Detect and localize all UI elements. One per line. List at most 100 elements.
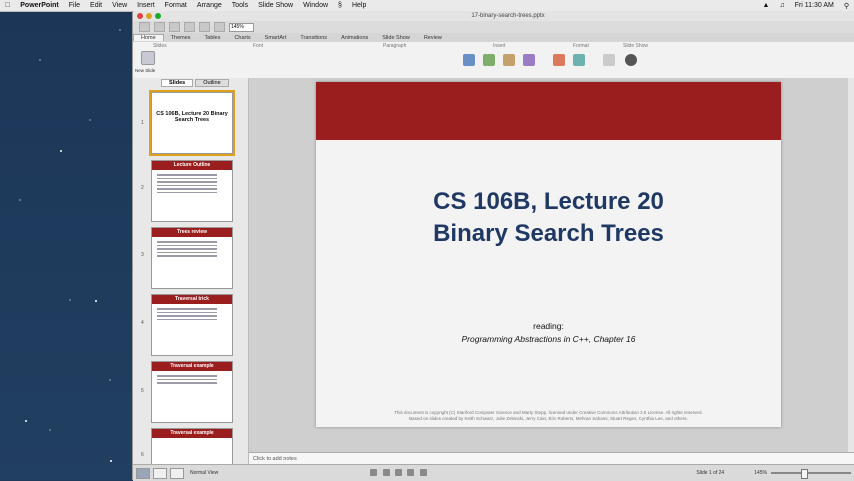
menu-slide-show[interactable]: Slide Show bbox=[258, 2, 293, 9]
tab-charts[interactable]: Charts bbox=[227, 35, 257, 41]
tab-tables[interactable]: Tables bbox=[198, 35, 228, 41]
title-bar: 17-binary-search-trees.pptx bbox=[133, 11, 854, 21]
tab-transitions[interactable]: Transitions bbox=[293, 35, 334, 41]
group-font-label: Font bbox=[253, 43, 264, 49]
menu-insert[interactable]: Insert bbox=[137, 2, 155, 9]
slide-thumbnail-4[interactable]: Traversal trick bbox=[151, 294, 233, 356]
thumb-number: 2 bbox=[141, 185, 144, 191]
slide-show-button[interactable] bbox=[170, 467, 184, 479]
thumb-number: 1 bbox=[141, 120, 144, 126]
play-icon[interactable] bbox=[625, 54, 637, 66]
text-box-icon[interactable] bbox=[463, 54, 475, 66]
slide-count: Slide 1 of 24 bbox=[696, 470, 725, 476]
theme-icon[interactable] bbox=[603, 54, 615, 66]
tab-outline[interactable]: Outline bbox=[195, 78, 229, 87]
zoom-slider-knob[interactable] bbox=[801, 469, 808, 479]
group-insert-label: Insert bbox=[493, 43, 506, 49]
slide-header-bar bbox=[316, 82, 781, 140]
thumb-bar: Traversal example bbox=[152, 429, 232, 438]
zoom-slider[interactable] bbox=[771, 469, 851, 479]
zoom-input[interactable]: 145% bbox=[229, 22, 254, 32]
new-slide-icon[interactable] bbox=[141, 51, 155, 65]
search-icon[interactable]: ⚲ bbox=[844, 2, 849, 10]
current-slide[interactable]: CS 106B, Lecture 20 Binary Search Trees … bbox=[316, 82, 781, 427]
slide-thumbnail-2[interactable]: Lecture Outline bbox=[151, 160, 233, 222]
slide-title-line2: Binary Search Trees bbox=[433, 220, 664, 247]
zoom-button[interactable] bbox=[155, 13, 161, 19]
slide-thumbnail-6[interactable]: Traversal example bbox=[151, 428, 233, 464]
powerpoint-window: 17-binary-search-trees.pptx 145% Home Th… bbox=[132, 11, 854, 481]
thumb-number: 3 bbox=[141, 252, 144, 258]
slide-thumbnail-1[interactable]: CS 106B, Lecture 20 Binary Search Trees bbox=[149, 90, 235, 156]
group-slides-label: Slides bbox=[153, 43, 167, 49]
slides-panel: Slides Outline 1 CS 106B, Lecture 20 Bin… bbox=[133, 78, 249, 464]
clock[interactable]: Fri 11:30 AM bbox=[795, 2, 834, 9]
thumb-number: 5 bbox=[141, 388, 144, 394]
close-button[interactable] bbox=[137, 13, 143, 19]
zoom-level: 145% bbox=[754, 470, 767, 476]
undo-icon[interactable] bbox=[199, 22, 210, 32]
media-icon[interactable] bbox=[523, 54, 535, 66]
notes-pane[interactable]: Click to add notes bbox=[249, 452, 854, 464]
group-format-label: Format bbox=[573, 43, 589, 49]
thumb-number: 4 bbox=[141, 320, 144, 326]
settings-icon[interactable] bbox=[419, 468, 427, 476]
new-slide-label[interactable]: New Slide bbox=[135, 68, 155, 73]
volume-icon[interactable]: ♫ bbox=[779, 2, 784, 9]
group-slide-show-label: Slide Show bbox=[623, 43, 649, 49]
standard-toolbar: 145% bbox=[133, 21, 854, 33]
thumb-text-lines bbox=[157, 241, 217, 259]
slide-thumbnail-5[interactable]: Traversal example bbox=[151, 361, 233, 423]
new-icon[interactable] bbox=[139, 22, 150, 32]
star bbox=[60, 150, 62, 152]
tab-themes[interactable]: Themes bbox=[164, 35, 198, 41]
tab-slide-show[interactable]: Slide Show bbox=[375, 35, 417, 41]
slide-canvas: CS 106B, Lecture 20 Binary Search Trees … bbox=[249, 78, 854, 452]
share-icon[interactable] bbox=[382, 468, 390, 476]
reading-text: Programming Abstractions in C++, Chapter… bbox=[461, 334, 636, 344]
comment-icon[interactable] bbox=[370, 468, 378, 476]
minimize-button[interactable] bbox=[146, 13, 152, 19]
slide-sorter-button[interactable] bbox=[153, 467, 167, 479]
menu-edit[interactable]: Edit bbox=[90, 2, 102, 9]
apple-icon[interactable]:  bbox=[5, 2, 10, 9]
slide-thumbnail-3[interactable]: Trees review bbox=[151, 227, 233, 289]
thumb-bar: Lecture Outline bbox=[152, 161, 232, 170]
wifi-icon[interactable]: ▲ bbox=[763, 2, 770, 9]
print-icon[interactable] bbox=[184, 22, 195, 32]
tab-home[interactable]: Home bbox=[133, 34, 164, 41]
normal-view-button[interactable] bbox=[136, 467, 150, 479]
record-icon[interactable] bbox=[407, 468, 415, 476]
arrange-icon[interactable] bbox=[553, 54, 565, 66]
menu-tools[interactable]: Tools bbox=[232, 2, 248, 9]
redo-icon[interactable] bbox=[214, 22, 225, 32]
slide-footer[interactable]: This document is copyright (C) Stanford … bbox=[316, 410, 781, 422]
menu-window[interactable]: Window bbox=[303, 2, 328, 9]
open-icon[interactable] bbox=[154, 22, 165, 32]
tab-smartart[interactable]: SmartArt bbox=[258, 35, 294, 41]
menu-arrange[interactable]: Arrange bbox=[197, 2, 222, 9]
vertical-scrollbar[interactable] bbox=[848, 78, 854, 452]
app-menu[interactable]: PowerPoint bbox=[20, 2, 59, 9]
thumb-bar: Trees review bbox=[152, 228, 232, 237]
menu-help[interactable]: Help bbox=[352, 2, 366, 9]
thumb-text-lines bbox=[157, 174, 217, 195]
save-icon[interactable] bbox=[169, 22, 180, 32]
tab-review[interactable]: Review bbox=[417, 35, 449, 41]
picture-icon[interactable] bbox=[483, 54, 495, 66]
menu-format[interactable]: Format bbox=[165, 2, 187, 9]
tab-slides[interactable]: Slides bbox=[161, 78, 194, 87]
thumb-bar: Traversal example bbox=[152, 362, 232, 371]
script-icon[interactable]: § bbox=[338, 2, 342, 9]
tab-animations[interactable]: Animations bbox=[334, 35, 375, 41]
presenter-icon[interactable] bbox=[395, 468, 403, 476]
menu-file[interactable]: File bbox=[69, 2, 80, 9]
menu-view[interactable]: View bbox=[112, 2, 127, 9]
slide-reading[interactable]: reading: Programming Abstractions in C++… bbox=[316, 320, 781, 346]
shape-icon[interactable] bbox=[503, 54, 515, 66]
group-paragraph-label: Paragraph bbox=[383, 43, 407, 49]
quick-styles-icon[interactable] bbox=[573, 54, 585, 66]
slide-title[interactable]: CS 106B, Lecture 20 Binary Search Trees bbox=[316, 186, 781, 250]
reading-label: reading: bbox=[533, 321, 564, 331]
star bbox=[25, 420, 27, 422]
